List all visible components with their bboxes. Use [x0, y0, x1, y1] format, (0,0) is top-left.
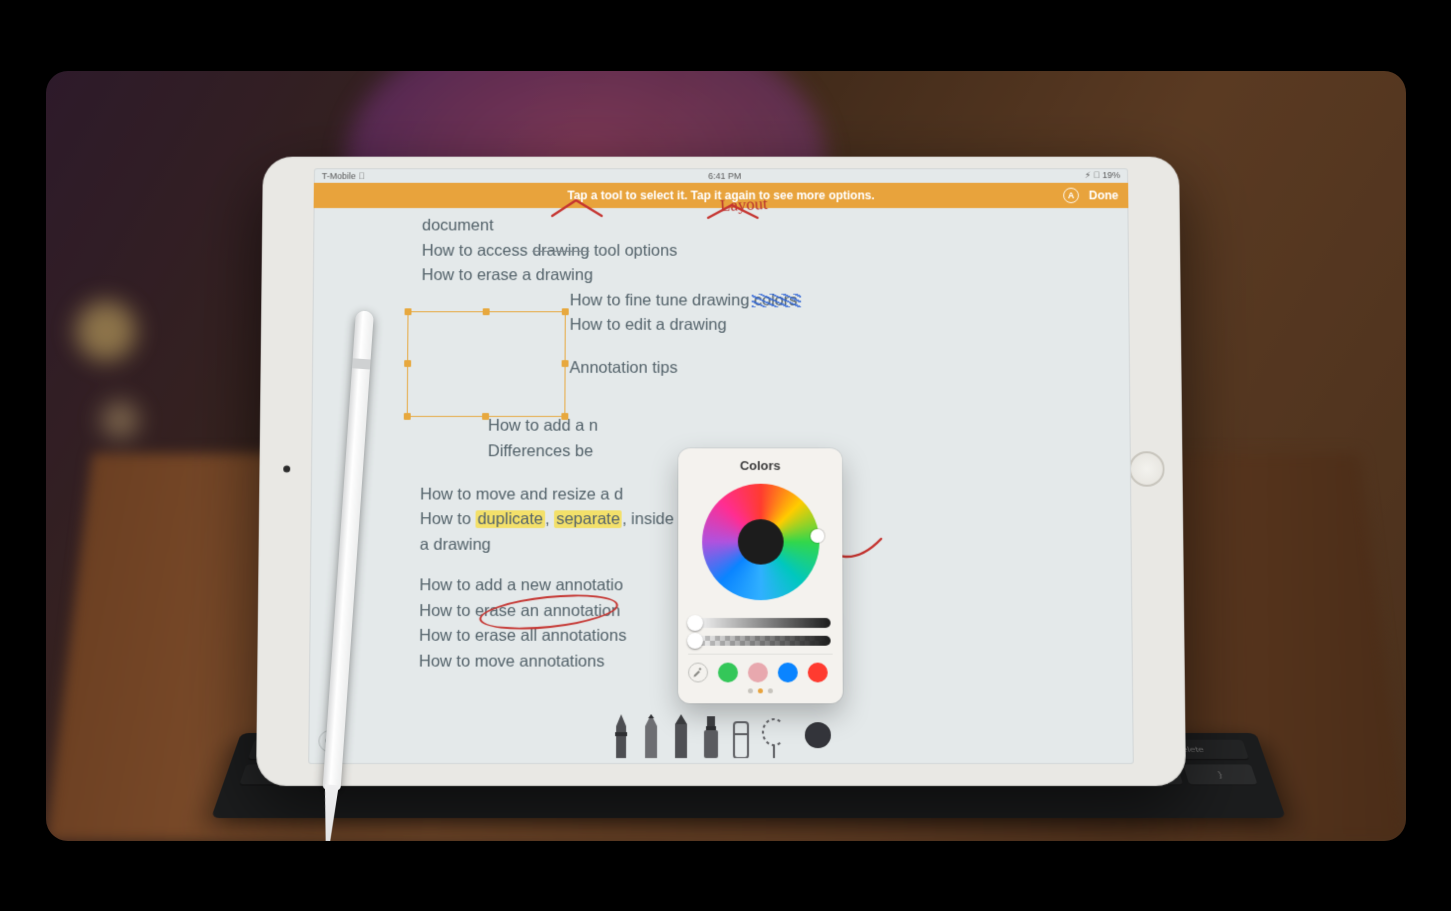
doc-line: How to erase a drawing: [421, 263, 1113, 288]
lasso-tool[interactable]: [760, 712, 780, 758]
doc-line: How to access drawing tool options: [421, 238, 1112, 263]
color-swatch[interactable]: [747, 662, 767, 682]
resize-handle[interactable]: [561, 360, 568, 367]
resize-handle[interactable]: [482, 308, 489, 315]
resize-handle[interactable]: [482, 413, 489, 420]
eyedropper-button[interactable]: [688, 662, 708, 682]
drawing-tool-tray: [601, 708, 841, 762]
markup-auto-icon[interactable]: A: [1063, 187, 1079, 203]
doc-line: How to add a n: [420, 414, 1114, 439]
color-swatch[interactable]: [718, 662, 738, 682]
selection-rectangle[interactable]: [406, 311, 565, 417]
resize-handle[interactable]: [403, 413, 410, 420]
eraser-tool[interactable]: [730, 712, 750, 758]
fill-tool[interactable]: [701, 712, 721, 758]
document-body[interactable]: document How to access drawing tool opti…: [308, 208, 1134, 764]
resize-handle[interactable]: [404, 360, 411, 367]
home-button[interactable]: [1128, 451, 1164, 486]
slider-knob[interactable]: [687, 632, 703, 648]
battery-label: ⚡︎ 􀛨 19%: [1084, 170, 1120, 181]
color-swatch[interactable]: [807, 662, 827, 682]
colors-popover: Colors: [678, 448, 843, 703]
current-color-chip[interactable]: [804, 722, 830, 748]
color-swatch[interactable]: [777, 662, 797, 682]
color-wheel[interactable]: [701, 483, 818, 599]
resize-handle[interactable]: [404, 308, 411, 315]
caret-mark-icon: [548, 196, 607, 219]
ipad-screen: T-Mobile 􀙇 6:41 PM ⚡︎ 􀛨 19% Tap a tool t…: [308, 168, 1134, 764]
front-camera: [283, 465, 290, 472]
page-dots[interactable]: [688, 682, 833, 693]
doc-line: document: [421, 213, 1112, 238]
done-button[interactable]: Done: [1088, 188, 1118, 202]
resize-handle[interactable]: [561, 413, 568, 420]
slider-knob[interactable]: [687, 615, 703, 631]
color-wheel-cursor[interactable]: [809, 529, 823, 543]
doc-line: How to fine tune drawing colors: [421, 288, 1113, 313]
pen-tool[interactable]: [611, 712, 631, 758]
photo-frame: ~123 4567 890- =delete tabQWERTYUIOP{} T…: [46, 71, 1406, 841]
popover-title: Colors: [688, 456, 832, 476]
clock: 6:41 PM: [708, 170, 741, 180]
status-bar: T-Mobile 􀙇 6:41 PM ⚡︎ 􀛨 19%: [313, 168, 1127, 183]
carrier-label: T-Mobile 􀙇: [321, 170, 364, 180]
resize-handle[interactable]: [561, 308, 568, 315]
brightness-slider[interactable]: [690, 618, 830, 628]
ipad-device: T-Mobile 􀙇 6:41 PM ⚡︎ 􀛨 19% Tap a tool t…: [256, 156, 1186, 785]
caret-mark-icon: [704, 202, 763, 221]
crayon-tool[interactable]: [671, 712, 691, 758]
opacity-slider[interactable]: [690, 635, 831, 645]
pencil-tool[interactable]: [641, 712, 661, 758]
